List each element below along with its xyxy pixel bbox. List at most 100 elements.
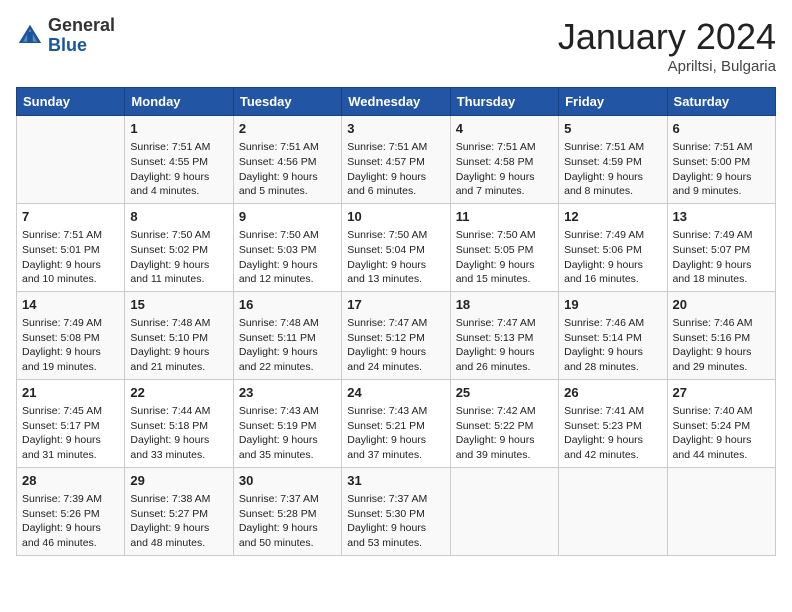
calendar-week-row: 14 Sunrise: 7:49 AM Sunset: 5:08 PM Dayli… bbox=[17, 291, 776, 379]
day-info: Sunrise: 7:49 AM Sunset: 5:08 PM Dayligh… bbox=[22, 316, 119, 375]
day-info: Sunrise: 7:50 AM Sunset: 5:04 PM Dayligh… bbox=[347, 228, 444, 287]
day-number: 31 bbox=[347, 472, 444, 490]
calendar-day-cell: 30 Sunrise: 7:37 AM Sunset: 5:28 PM Dayli… bbox=[233, 467, 341, 555]
day-number: 24 bbox=[347, 384, 444, 402]
calendar-day-cell: 14 Sunrise: 7:49 AM Sunset: 5:08 PM Dayli… bbox=[17, 291, 125, 379]
calendar-day-cell: 9 Sunrise: 7:50 AM Sunset: 5:03 PM Daylig… bbox=[233, 203, 341, 291]
weekday-header-cell: Saturday bbox=[667, 88, 775, 116]
day-info: Sunrise: 7:46 AM Sunset: 5:16 PM Dayligh… bbox=[673, 316, 770, 375]
day-number: 9 bbox=[239, 208, 336, 226]
calendar-day-cell: 17 Sunrise: 7:47 AM Sunset: 5:12 PM Dayli… bbox=[342, 291, 450, 379]
calendar-day-cell: 11 Sunrise: 7:50 AM Sunset: 5:05 PM Dayli… bbox=[450, 203, 558, 291]
day-info: Sunrise: 7:48 AM Sunset: 5:10 PM Dayligh… bbox=[130, 316, 227, 375]
calendar-day-cell: 12 Sunrise: 7:49 AM Sunset: 5:06 PM Dayli… bbox=[559, 203, 667, 291]
logo: General Blue bbox=[16, 16, 115, 56]
calendar-day-cell: 21 Sunrise: 7:45 AM Sunset: 5:17 PM Dayli… bbox=[17, 379, 125, 467]
calendar-body: 1 Sunrise: 7:51 AM Sunset: 4:55 PM Daylig… bbox=[17, 116, 776, 556]
day-info: Sunrise: 7:50 AM Sunset: 5:05 PM Dayligh… bbox=[456, 228, 553, 287]
calendar-day-cell: 5 Sunrise: 7:51 AM Sunset: 4:59 PM Daylig… bbox=[559, 116, 667, 204]
day-number: 14 bbox=[22, 296, 119, 314]
calendar-day-cell: 22 Sunrise: 7:44 AM Sunset: 5:18 PM Dayli… bbox=[125, 379, 233, 467]
day-number: 17 bbox=[347, 296, 444, 314]
day-number: 5 bbox=[564, 120, 661, 138]
calendar-day-cell: 2Sunrise: 7:51 AM Sunset: 4:56 PM Daylig… bbox=[233, 116, 341, 204]
day-info: Sunrise: 7:37 AM Sunset: 5:28 PM Dayligh… bbox=[239, 492, 336, 551]
day-number: 21 bbox=[22, 384, 119, 402]
weekday-header-row: SundayMondayTuesdayWednesdayThursdayFrid… bbox=[17, 88, 776, 116]
weekday-header-cell: Friday bbox=[559, 88, 667, 116]
day-number: 25 bbox=[456, 384, 553, 402]
day-info: Sunrise: 7:50 AM Sunset: 5:03 PM Dayligh… bbox=[239, 228, 336, 287]
day-info: Sunrise: 7:41 AM Sunset: 5:23 PM Dayligh… bbox=[564, 404, 661, 463]
calendar-day-cell: 10Sunrise: 7:50 AM Sunset: 5:04 PM Dayli… bbox=[342, 203, 450, 291]
day-number: 27 bbox=[673, 384, 770, 402]
calendar-day-cell: 7 Sunrise: 7:51 AM Sunset: 5:01 PM Daylig… bbox=[17, 203, 125, 291]
calendar-day-cell: 28Sunrise: 7:39 AM Sunset: 5:26 PM Dayli… bbox=[17, 467, 125, 555]
day-info: Sunrise: 7:40 AM Sunset: 5:24 PM Dayligh… bbox=[673, 404, 770, 463]
calendar-day-cell: 6 Sunrise: 7:51 AM Sunset: 5:00 PM Daylig… bbox=[667, 116, 775, 204]
logo-blue-text: Blue bbox=[48, 35, 87, 55]
day-info: Sunrise: 7:43 AM Sunset: 5:21 PM Dayligh… bbox=[347, 404, 444, 463]
day-info: Sunrise: 7:51 AM Sunset: 4:56 PM Dayligh… bbox=[239, 140, 336, 199]
day-info: Sunrise: 7:49 AM Sunset: 5:06 PM Dayligh… bbox=[564, 228, 661, 287]
day-number: 6 bbox=[673, 120, 770, 138]
day-info: Sunrise: 7:38 AM Sunset: 5:27 PM Dayligh… bbox=[130, 492, 227, 551]
day-info: Sunrise: 7:51 AM Sunset: 5:00 PM Dayligh… bbox=[673, 140, 770, 199]
day-info: Sunrise: 7:44 AM Sunset: 5:18 PM Dayligh… bbox=[130, 404, 227, 463]
day-info: Sunrise: 7:50 AM Sunset: 5:02 PM Dayligh… bbox=[130, 228, 227, 287]
day-info: Sunrise: 7:51 AM Sunset: 4:55 PM Dayligh… bbox=[130, 140, 227, 199]
day-number: 22 bbox=[130, 384, 227, 402]
day-number: 30 bbox=[239, 472, 336, 490]
calendar-day-cell: 26Sunrise: 7:41 AM Sunset: 5:23 PM Dayli… bbox=[559, 379, 667, 467]
logo-icon bbox=[16, 22, 44, 50]
day-info: Sunrise: 7:45 AM Sunset: 5:17 PM Dayligh… bbox=[22, 404, 119, 463]
day-info: Sunrise: 7:48 AM Sunset: 5:11 PM Dayligh… bbox=[239, 316, 336, 375]
weekday-header-cell: Tuesday bbox=[233, 88, 341, 116]
page-header: General Blue January 2024 Apriltsi, Bulg… bbox=[16, 16, 776, 75]
day-number: 29 bbox=[130, 472, 227, 490]
calendar-day-cell: 3 Sunrise: 7:51 AM Sunset: 4:57 PM Daylig… bbox=[342, 116, 450, 204]
calendar-day-cell: 20 Sunrise: 7:46 AM Sunset: 5:16 PM Dayli… bbox=[667, 291, 775, 379]
day-info: Sunrise: 7:47 AM Sunset: 5:13 PM Dayligh… bbox=[456, 316, 553, 375]
calendar-day-cell bbox=[667, 467, 775, 555]
day-number: 18 bbox=[456, 296, 553, 314]
location: Apriltsi, Bulgaria bbox=[558, 58, 776, 75]
day-info: Sunrise: 7:43 AM Sunset: 5:19 PM Dayligh… bbox=[239, 404, 336, 463]
day-number: 8 bbox=[130, 208, 227, 226]
calendar-week-row: 28Sunrise: 7:39 AM Sunset: 5:26 PM Dayli… bbox=[17, 467, 776, 555]
day-info: Sunrise: 7:37 AM Sunset: 5:30 PM Dayligh… bbox=[347, 492, 444, 551]
day-info: Sunrise: 7:51 AM Sunset: 4:57 PM Dayligh… bbox=[347, 140, 444, 199]
logo-general-text: General bbox=[48, 15, 115, 35]
day-info: Sunrise: 7:46 AM Sunset: 5:14 PM Dayligh… bbox=[564, 316, 661, 375]
day-number: 12 bbox=[564, 208, 661, 226]
day-number: 7 bbox=[22, 208, 119, 226]
month-year: January 2024 bbox=[558, 16, 776, 58]
day-number: 3 bbox=[347, 120, 444, 138]
calendar-day-cell: 24 Sunrise: 7:43 AM Sunset: 5:21 PM Dayli… bbox=[342, 379, 450, 467]
day-number: 28 bbox=[22, 472, 119, 490]
calendar-day-cell: 15 Sunrise: 7:48 AM Sunset: 5:10 PM Dayli… bbox=[125, 291, 233, 379]
calendar-week-row: 21 Sunrise: 7:45 AM Sunset: 5:17 PM Dayli… bbox=[17, 379, 776, 467]
day-number: 19 bbox=[564, 296, 661, 314]
day-info: Sunrise: 7:51 AM Sunset: 5:01 PM Dayligh… bbox=[22, 228, 119, 287]
calendar-table: SundayMondayTuesdayWednesdayThursdayFrid… bbox=[16, 87, 776, 556]
day-number: 11 bbox=[456, 208, 553, 226]
day-info: Sunrise: 7:47 AM Sunset: 5:12 PM Dayligh… bbox=[347, 316, 444, 375]
calendar-day-cell: 25Sunrise: 7:42 AM Sunset: 5:22 PM Dayli… bbox=[450, 379, 558, 467]
calendar-week-row: 7 Sunrise: 7:51 AM Sunset: 5:01 PM Daylig… bbox=[17, 203, 776, 291]
calendar-day-cell: 16Sunrise: 7:48 AM Sunset: 5:11 PM Dayli… bbox=[233, 291, 341, 379]
calendar-day-cell: 19 Sunrise: 7:46 AM Sunset: 5:14 PM Dayli… bbox=[559, 291, 667, 379]
calendar-day-cell bbox=[17, 116, 125, 204]
day-info: Sunrise: 7:51 AM Sunset: 4:59 PM Dayligh… bbox=[564, 140, 661, 199]
weekday-header-cell: Thursday bbox=[450, 88, 558, 116]
day-number: 15 bbox=[130, 296, 227, 314]
calendar-week-row: 1 Sunrise: 7:51 AM Sunset: 4:55 PM Daylig… bbox=[17, 116, 776, 204]
calendar-day-cell: 1 Sunrise: 7:51 AM Sunset: 4:55 PM Daylig… bbox=[125, 116, 233, 204]
calendar-day-cell: 29 Sunrise: 7:38 AM Sunset: 5:27 PM Dayli… bbox=[125, 467, 233, 555]
calendar-day-cell: 4Sunrise: 7:51 AM Sunset: 4:58 PM Daylig… bbox=[450, 116, 558, 204]
day-number: 4 bbox=[456, 120, 553, 138]
calendar-day-cell: 27 Sunrise: 7:40 AM Sunset: 5:24 PM Dayli… bbox=[667, 379, 775, 467]
day-number: 1 bbox=[130, 120, 227, 138]
calendar-day-cell: 8 Sunrise: 7:50 AM Sunset: 5:02 PM Daylig… bbox=[125, 203, 233, 291]
day-number: 20 bbox=[673, 296, 770, 314]
